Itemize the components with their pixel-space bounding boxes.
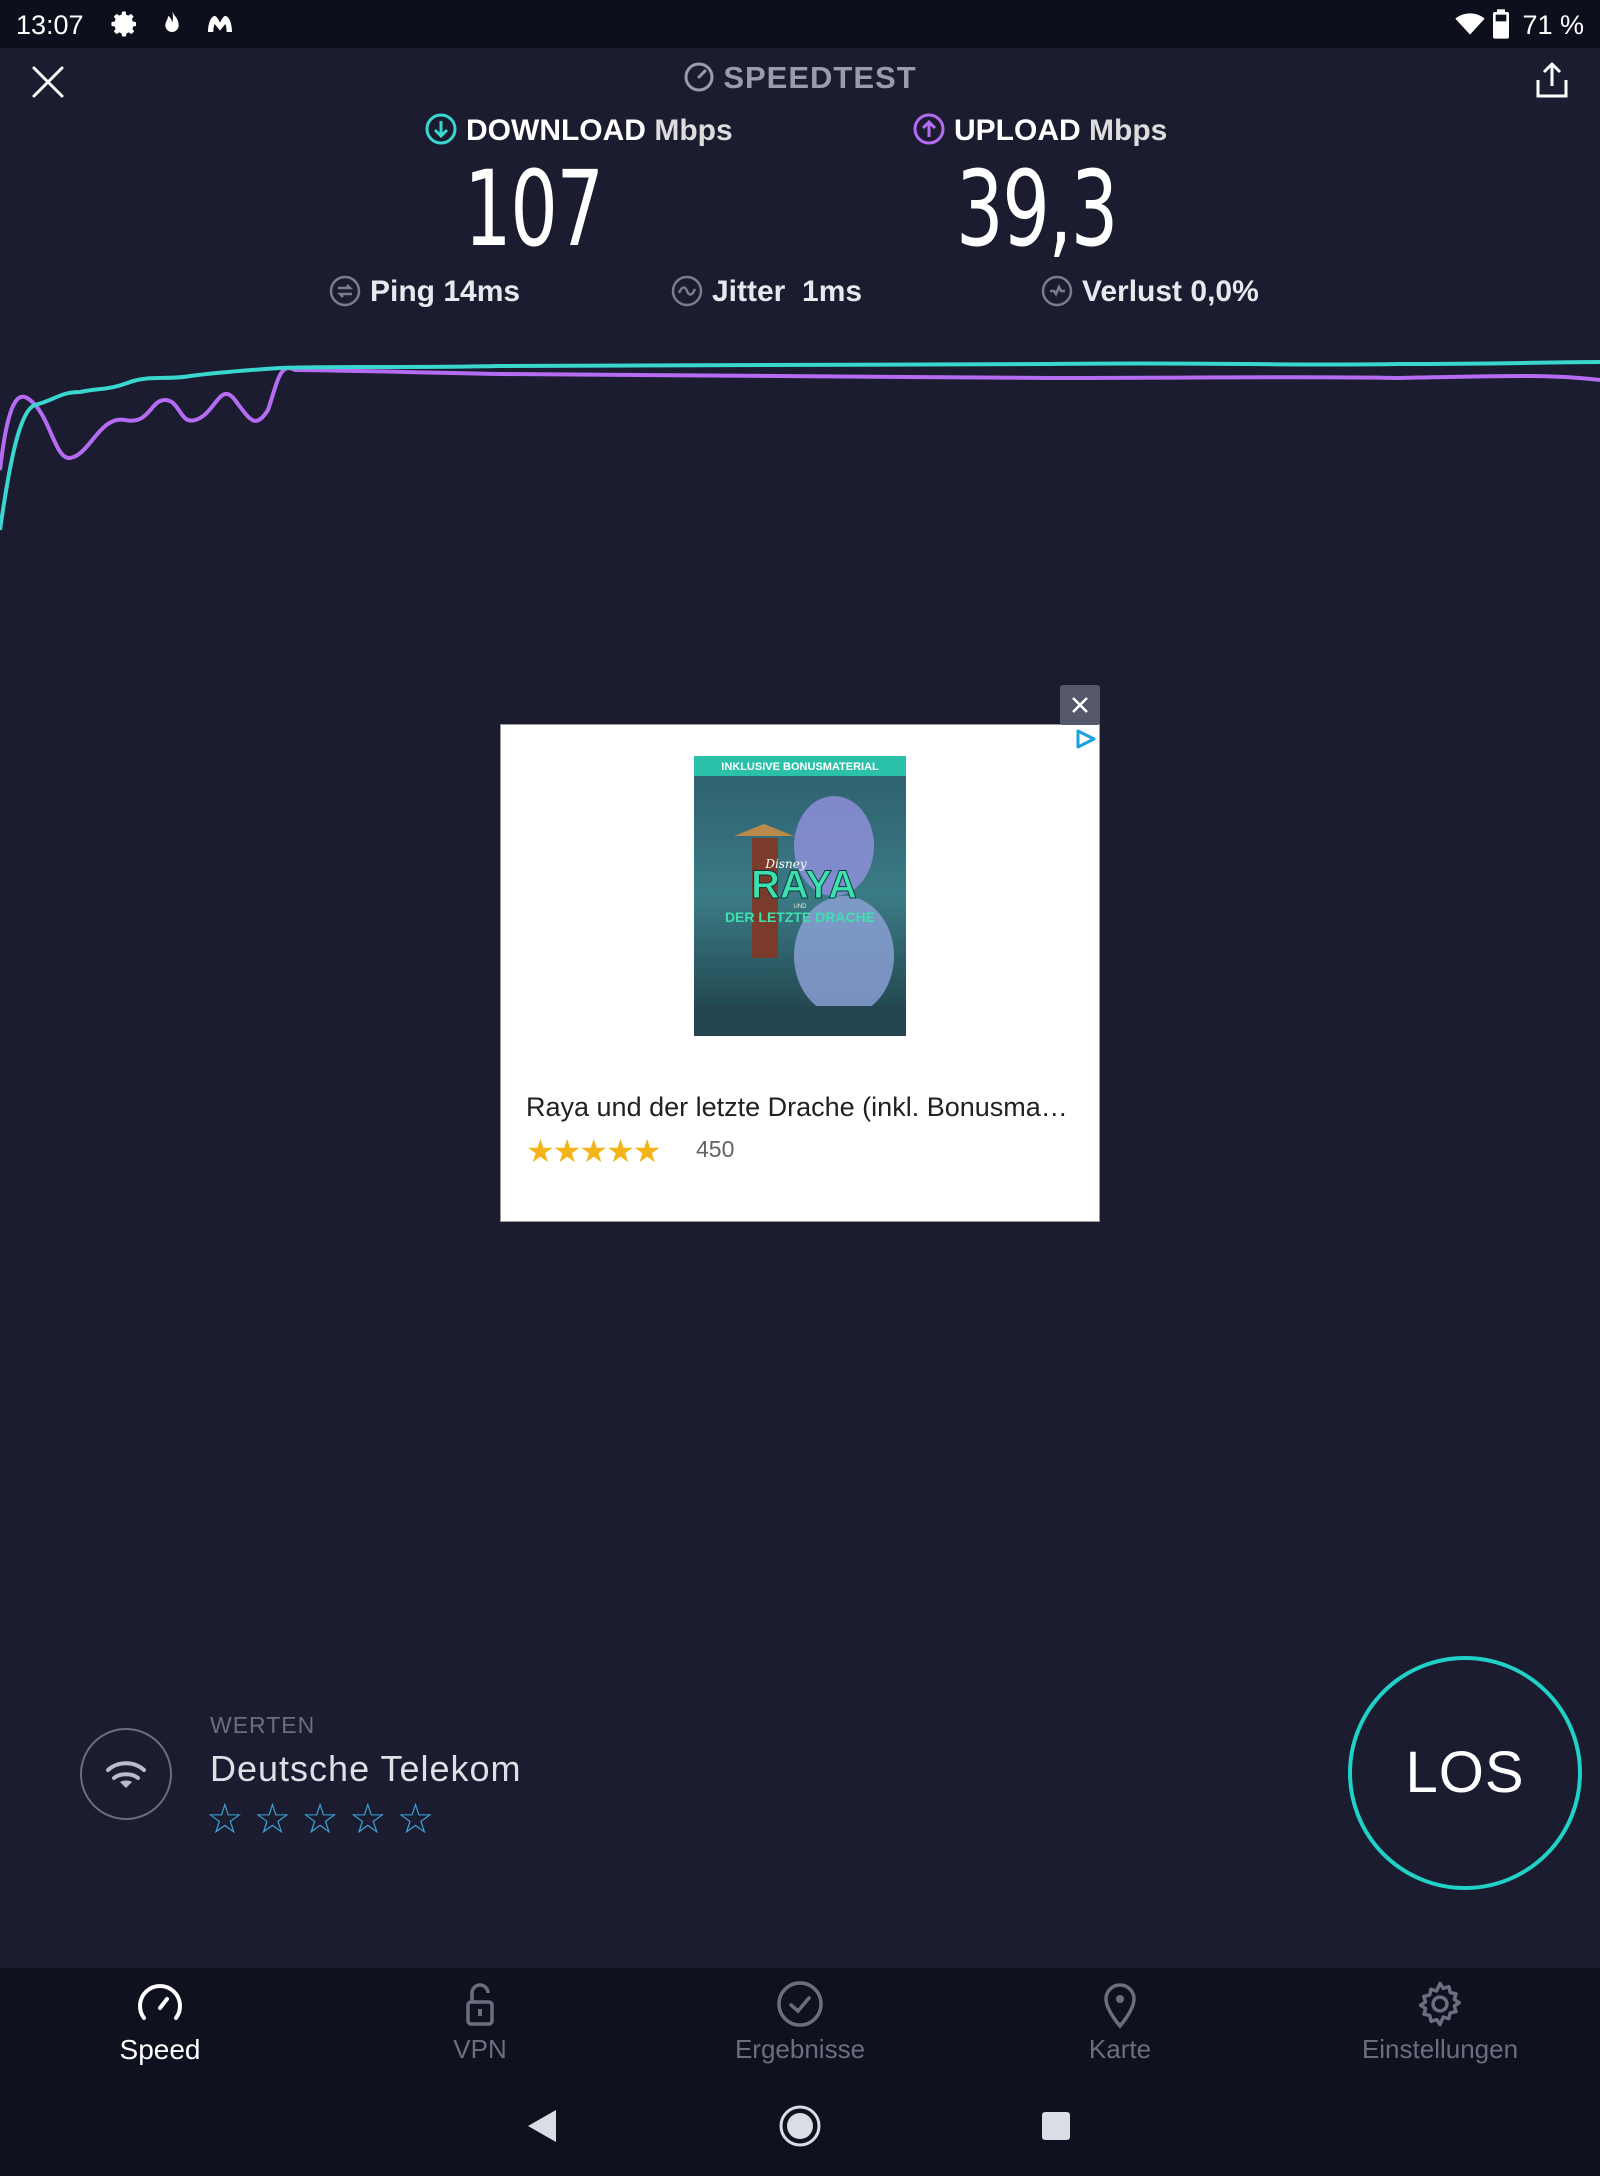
provider-name: Deutsche Telekom — [210, 1748, 522, 1789]
ad-poster-banner: INKLUSIVE BONUSMATERIAL — [721, 761, 879, 773]
upload-value: 39,3 — [956, 148, 1118, 270]
share-icon[interactable] — [1534, 60, 1570, 100]
tab-settings[interactable]: Einstellungen — [1280, 1978, 1600, 2065]
upload-header: UPLOAD Mbps — [912, 112, 1167, 148]
recents-icon[interactable] — [1040, 2110, 1072, 2142]
ad-title[interactable]: Raya und der letzte Drache (inkl. Bonusm… — [526, 1092, 1074, 1123]
tab-settings-label: Einstellungen — [1361, 2034, 1519, 2064]
ping-label: Ping — [370, 275, 435, 308]
check-circle-icon — [777, 1981, 823, 2027]
loss-value: 0,0% — [1190, 275, 1259, 308]
loss-label: Verlust — [1082, 275, 1183, 308]
upload-unit: Mbps — [1089, 114, 1168, 147]
rate-label: WERTEN — [210, 1712, 316, 1738]
download-arrow-icon — [425, 113, 457, 145]
download-unit: Mbps — [654, 114, 733, 147]
tab-results-label: Ergebnisse — [734, 2034, 866, 2064]
upload-label: UPLOAD — [954, 114, 1081, 147]
download-label: DOWNLOAD — [466, 114, 646, 147]
download-graph-line — [0, 360, 1600, 531]
status-bar — [0, 0, 1600, 48]
upload-arrow-icon — [913, 113, 945, 145]
ping-icon — [329, 275, 361, 307]
gear-icon — [111, 11, 136, 37]
ad-review-count: 450 — [696, 1136, 735, 1162]
ad-close-button[interactable] — [1060, 685, 1100, 725]
wifi-icon — [1455, 13, 1485, 35]
speedometer-icon — [684, 62, 714, 92]
provider-rating-stars[interactable]: ☆☆☆☆☆ — [206, 1794, 444, 1843]
speedometer-icon — [138, 1984, 182, 2020]
page-title: SPEEDTEST — [0, 60, 1600, 96]
tab-results[interactable]: Ergebnisse — [640, 1978, 960, 2065]
tab-map-label: Karte — [1088, 2034, 1152, 2064]
close-icon — [1072, 697, 1088, 713]
ad-poster-title: RAYA — [751, 863, 857, 907]
ad-star-rating: ★★★★★ — [526, 1133, 661, 1169]
download-value: 107 — [464, 148, 604, 270]
wifi-icon — [106, 1761, 146, 1788]
tab-vpn[interactable]: VPN — [320, 1978, 640, 2065]
page-title-text: SPEEDTEST — [723, 60, 917, 95]
status-time: 13:07 — [16, 10, 84, 40]
flame-icon — [165, 10, 179, 32]
jitter-icon — [671, 275, 703, 307]
download-header: DOWNLOAD Mbps — [424, 112, 733, 148]
packet-loss-icon — [1041, 275, 1073, 307]
adchoices-icon[interactable] — [1074, 728, 1098, 750]
upload-graph-line — [0, 366, 1600, 471]
battery-icon — [1493, 9, 1509, 39]
jitter-label: Jitter — [712, 275, 786, 308]
ad-poster-art: INKLUSIVE BONUSMATERIAL Disney RAYA UND … — [694, 756, 906, 1036]
ad-poster-image[interactable]: INKLUSIVE BONUSMATERIAL Disney RAYA UND … — [694, 756, 906, 1036]
home-icon[interactable] — [778, 2104, 822, 2148]
tab-speed-label: Speed — [119, 2034, 201, 2065]
ping-metric: Ping 14ms — [328, 274, 520, 309]
connection-type-button[interactable] — [80, 1728, 172, 1820]
jitter-value: 1ms — [802, 275, 863, 308]
loss-metric: Verlust 0,0% — [1040, 274, 1259, 309]
malwarebytes-icon — [208, 16, 232, 32]
lock-icon — [466, 1983, 494, 2026]
battery-percent: 71 % — [1522, 10, 1584, 40]
tab-vpn-label: VPN — [453, 2034, 507, 2064]
gear-icon — [1418, 1981, 1462, 2027]
back-icon[interactable] — [524, 2106, 560, 2146]
tab-map[interactable]: Karte — [960, 1978, 1280, 2065]
ping-value: 14ms — [443, 275, 521, 308]
ad-poster-subtitle: DER LETZTE DRACHE — [725, 909, 875, 925]
speed-graph — [0, 360, 1600, 531]
map-pin-icon — [1104, 1983, 1136, 2029]
tab-speed[interactable]: Speed — [0, 1978, 320, 2066]
go-button[interactable]: LOS — [1348, 1656, 1582, 1890]
jitter-metric: Jitter 1ms — [670, 274, 862, 309]
